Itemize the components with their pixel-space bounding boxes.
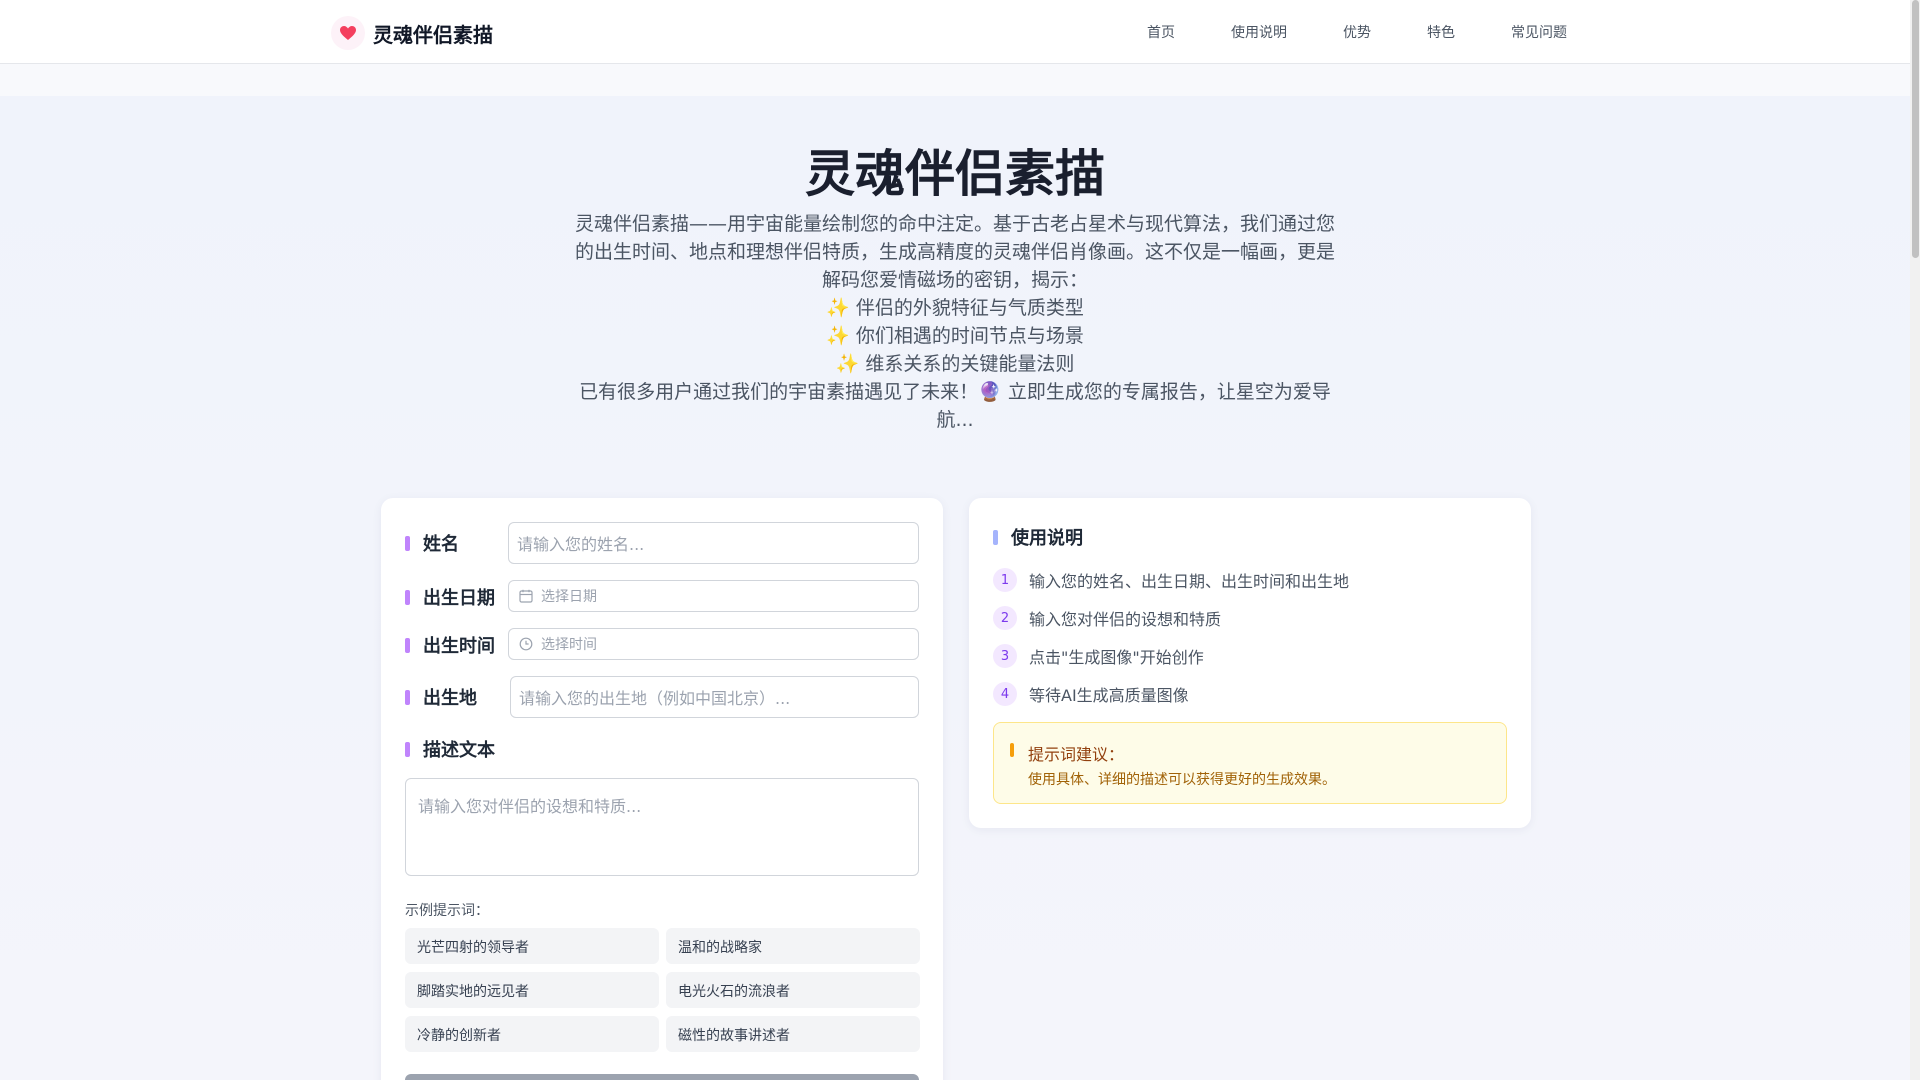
example-prompt-chip[interactable]: 脚踏实地的远见者 <box>405 972 659 1008</box>
step-text: 点击"生成图像"开始创作 <box>1029 648 1204 667</box>
birth-date-field-label: 出生日期 <box>405 584 495 610</box>
nav-advantages[interactable]: 优势 <box>1343 22 1371 42</box>
step-number-badge: 2 <box>993 606 1017 630</box>
name-input-placeholder: 请输入您的姓名... <box>517 535 645 554</box>
generate-button[interactable] <box>405 1074 919 1080</box>
label-marker-icon <box>405 535 410 551</box>
label-marker-icon <box>405 589 410 605</box>
instruction-step: 1 输入您的姓名、出生日期、出生时间和出生地 <box>993 568 1349 592</box>
birth-time-field-label: 出生时间 <box>405 632 495 658</box>
tip-text: 使用具体、详细的描述可以获得更好的生成效果。 <box>1028 772 1336 788</box>
description-textarea[interactable]: 请输入您对伴侣的设想和特质... <box>405 778 919 876</box>
birth-time-label: 出生时间 <box>423 636 495 657</box>
scrollbar-thumb[interactable] <box>1912 0 1919 258</box>
example-prompt-chip[interactable]: 光芒四射的领导者 <box>405 928 659 964</box>
examples-title: 示例提示词： <box>405 903 489 919</box>
tip-title: 提示词建议： <box>1028 745 1125 764</box>
main-nav: 首页 使用说明 优势 特色 常见问题 <box>1091 22 1567 42</box>
instructions-card: 使用说明 1 输入您的姓名、出生日期、出生时间和出生地 2 输入您对伴侣的设想和… <box>969 498 1531 828</box>
step-number-badge: 4 <box>993 682 1017 706</box>
clock-icon <box>519 637 533 651</box>
instructions-title: 使用说明 <box>993 524 1083 550</box>
birth-date-label: 出生日期 <box>423 588 495 609</box>
description-label: 描述文本 <box>423 740 495 761</box>
birth-time-placeholder: 选择时间 <box>541 637 597 653</box>
instruction-step: 2 输入您对伴侣的设想和特质 <box>993 606 1221 630</box>
header-strip <box>0 64 1910 96</box>
lightbulb-icon <box>1010 743 1014 757</box>
label-marker-icon <box>405 741 410 757</box>
step-text: 输入您的姓名、出生日期、出生时间和出生地 <box>1029 572 1350 591</box>
birth-date-picker[interactable]: 选择日期 <box>508 580 919 612</box>
brand[interactable]: 灵魂伴侣素描 <box>331 16 493 50</box>
birth-place-label: 出生地 <box>423 688 477 709</box>
nav-instructions[interactable]: 使用说明 <box>1231 22 1287 42</box>
step-number-badge: 3 <box>993 644 1017 668</box>
label-marker-icon <box>405 689 410 705</box>
nav-home[interactable]: 首页 <box>1147 22 1175 42</box>
birth-date-placeholder: 选择日期 <box>541 589 597 605</box>
instruction-step: 4 等待AI生成高质量图像 <box>993 682 1189 706</box>
input-form-card: 姓名 请输入您的姓名... 出生日期 选择日期 出生时间 选择时间 出生地 请输… <box>381 498 943 1080</box>
step-text: 输入您对伴侣的设想和特质 <box>1029 610 1222 629</box>
name-input[interactable]: 请输入您的姓名... <box>508 522 919 564</box>
birth-time-picker[interactable]: 选择时间 <box>508 628 919 660</box>
page-scrollbar[interactable] <box>1910 0 1920 1080</box>
example-prompt-chip[interactable]: 电光火石的流浪者 <box>666 972 920 1008</box>
step-text: 等待AI生成高质量图像 <box>1029 686 1189 705</box>
birth-place-placeholder: 请输入您的出生地（例如中国北京）... <box>519 689 791 708</box>
calendar-icon <box>519 589 533 603</box>
example-prompt-chip[interactable]: 温和的战略家 <box>666 928 920 964</box>
brand-name: 灵魂伴侣素描 <box>373 22 493 47</box>
nav-faq[interactable]: 常见问题 <box>1511 22 1567 42</box>
label-marker-icon <box>405 637 410 653</box>
birth-place-input[interactable]: 请输入您的出生地（例如中国北京）... <box>510 676 919 718</box>
nav-features[interactable]: 特色 <box>1427 22 1455 42</box>
instructions-title-text: 使用说明 <box>1011 528 1083 549</box>
page: 灵魂伴侣素描 首页 使用说明 优势 特色 常见问题 灵魂伴侣素描 灵魂伴侣素描—… <box>0 0 1920 1080</box>
hero-title: 灵魂伴侣素描 <box>805 145 1105 203</box>
name-label: 姓名 <box>423 534 459 555</box>
label-marker-icon <box>993 529 998 545</box>
name-field-label: 姓名 <box>405 530 459 556</box>
prompt-tip-box: 提示词建议： 使用具体、详细的描述可以获得更好的生成效果。 <box>993 722 1507 804</box>
step-number-badge: 1 <box>993 568 1017 592</box>
example-prompt-chip[interactable]: 磁性的故事讲述者 <box>666 1016 920 1052</box>
instruction-step: 3 点击"生成图像"开始创作 <box>993 644 1204 668</box>
example-prompt-chip[interactable]: 冷静的创新者 <box>405 1016 659 1052</box>
heart-icon <box>331 16 365 50</box>
birth-place-field-label: 出生地 <box>405 684 477 710</box>
description-placeholder: 请输入您对伴侣的设想和特质... <box>418 797 642 816</box>
top-navbar: 灵魂伴侣素描 首页 使用说明 优势 特色 常见问题 <box>0 0 1910 64</box>
description-field-label: 描述文本 <box>405 736 495 762</box>
hero-description: 灵魂伴侣素描——用宇宙能量绘制您的命中注定。基于古老占星术与现代算法，我们通过您… <box>574 213 1335 431</box>
